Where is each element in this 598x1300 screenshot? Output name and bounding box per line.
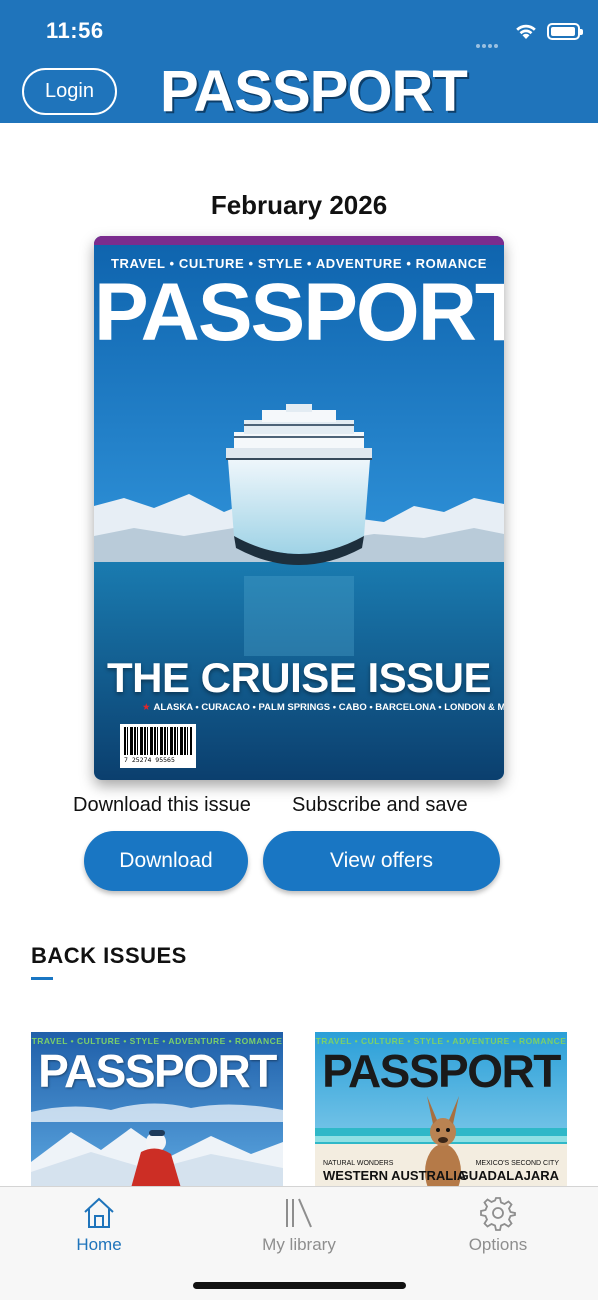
tab-my-library[interactable]: My library <box>229 1187 369 1255</box>
star-icon: ★ <box>142 702 151 713</box>
gear-icon <box>480 1197 516 1231</box>
back-issue-cover[interactable]: TRAVEL • CULTURE • STYLE • ADVENTURE • R… <box>31 1032 283 1188</box>
battery-icon <box>547 23 583 40</box>
right-feature-title: GUADALAJARA <box>458 1168 559 1183</box>
featured-cover[interactable]: TRAVEL • CULTURE • STYLE • ADVENTURE • R… <box>94 236 504 780</box>
barcode-number: 7 25274 95565 <box>124 756 175 764</box>
login-button[interactable]: Login <box>22 68 117 115</box>
cover-headline: THE CRUISE ISSUE <box>106 654 492 701</box>
back-issues-title: BACK ISSUES <box>31 943 187 968</box>
back-issue-right-feature: MEXICO'S SECOND CITY GUADALAJARA <box>459 1158 559 1182</box>
cover-destinations-text: ALASKA • CURACAO • PALM SPRINGS • CABO •… <box>153 702 504 713</box>
subscribe-caption: Subscribe and save <box>292 794 468 816</box>
cover-destinations: ★ ALASKA • CURACAO • PALM SPRINGS • CABO … <box>142 702 504 713</box>
barcode-bars <box>124 727 192 755</box>
back-issue-logo: PASSPORT <box>38 1045 277 1097</box>
signal-dots-icon <box>476 35 500 53</box>
download-caption: Download this issue <box>73 794 251 816</box>
house-icon <box>84 1197 114 1228</box>
left-feature-title: WESTERN AUSTRALIA <box>323 1168 467 1183</box>
section-underline <box>31 977 53 980</box>
back-issue-cover[interactable]: TRAVEL • CULTURE • STYLE • ADVENTURE • R… <box>315 1032 567 1188</box>
back-issue-logo: PASSPORT <box>322 1045 561 1097</box>
library-icon <box>286 1198 312 1228</box>
app-header: 11:56 Login PASSPORT <box>0 0 598 124</box>
view-offers-button[interactable]: View offers <box>263 831 500 891</box>
tab-home[interactable]: Home <box>29 1187 169 1255</box>
tab-options[interactable]: Options <box>428 1187 568 1255</box>
tab-label: Options <box>468 1235 528 1254</box>
issue-date: February 2026 <box>210 190 388 220</box>
download-button[interactable]: Download <box>84 831 248 891</box>
home-indicator <box>193 1282 406 1289</box>
tab-label: Home <box>76 1235 122 1254</box>
back-issue-left-feature: NATURAL WONDERS WESTERN AUSTRALIA <box>323 1158 466 1182</box>
cover-logo: PASSPORT <box>94 267 504 358</box>
status-time: 11:56 <box>46 18 104 43</box>
app-logo: PASSPORT <box>160 59 468 124</box>
wifi-icon <box>516 24 536 39</box>
tab-label: My library <box>262 1235 336 1254</box>
barcode: 7 25274 95565 <box>120 724 196 768</box>
